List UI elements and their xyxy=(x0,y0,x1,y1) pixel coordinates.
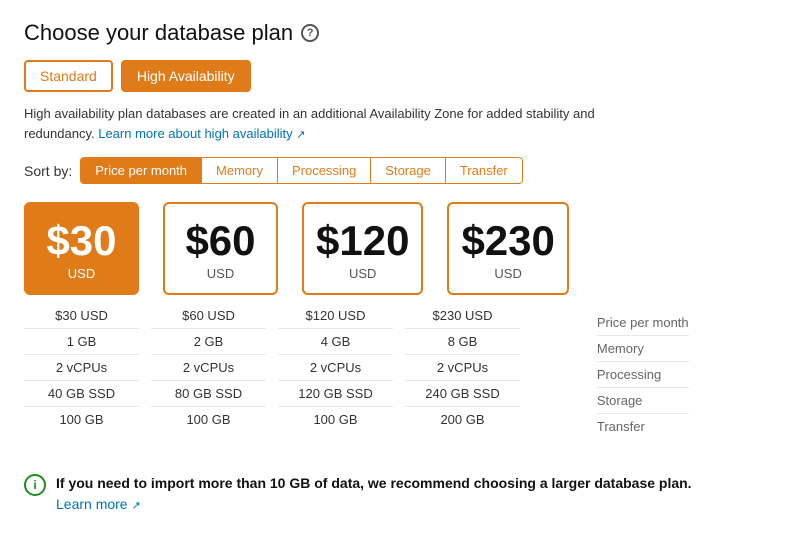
sort-tab-memory[interactable]: Memory xyxy=(202,158,278,183)
label-memory: Memory xyxy=(597,335,689,361)
detail-memory-230: 8 GB xyxy=(405,328,520,354)
plan-card-230[interactable]: $230 USD xyxy=(447,202,568,295)
detail-price-120: $120 USD xyxy=(278,303,393,328)
plan-card-30[interactable]: $30 USD xyxy=(24,202,139,295)
detail-processing-30: 2 vCPUs xyxy=(24,354,139,380)
detail-processing-60: 2 vCPUs xyxy=(151,354,266,380)
plan-price-230: $230 xyxy=(461,220,554,262)
detail-transfer-120: 100 GB xyxy=(278,406,393,432)
plan-currency-60: USD xyxy=(207,266,234,281)
plan-currency-230: USD xyxy=(494,266,521,281)
label-price-per-month: Price per month xyxy=(597,310,689,335)
external-link-icon: ↗ xyxy=(296,129,305,141)
info-text: If you need to import more than 10 GB of… xyxy=(56,473,692,515)
detail-storage-60: 80 GB SSD xyxy=(151,380,266,406)
help-icon[interactable]: ? xyxy=(301,24,319,42)
info-text-bold: If you need to import more than 10 GB of… xyxy=(56,475,692,491)
plan-card-60[interactable]: $60 USD xyxy=(163,202,278,295)
detail-processing-230: 2 vCPUs xyxy=(405,354,520,380)
info-icon: i xyxy=(24,474,46,496)
page-title-container: Choose your database plan ? xyxy=(24,20,767,46)
detail-price-230: $230 USD xyxy=(405,303,520,328)
sort-tab-storage[interactable]: Storage xyxy=(371,158,446,183)
detail-price-30: $30 USD xyxy=(24,303,139,328)
info-learn-more-link[interactable]: Learn more ↗ xyxy=(56,496,141,512)
detail-price-60: $60 USD xyxy=(151,303,266,328)
label-storage: Storage xyxy=(597,387,689,413)
plan-price-30: $30 xyxy=(46,220,116,262)
learn-more-availability-link[interactable]: Learn more about high availability ↗ xyxy=(98,126,305,141)
high-availability-plan-button[interactable]: High Availability xyxy=(121,60,251,92)
label-processing: Processing xyxy=(597,361,689,387)
label-transfer: Transfer xyxy=(597,413,689,439)
plan-currency-120: USD xyxy=(349,266,376,281)
sort-row: Sort by: Price per month Memory Processi… xyxy=(24,157,767,184)
detail-transfer-30: 100 GB xyxy=(24,406,139,432)
info-external-icon: ↗ xyxy=(131,500,140,512)
info-banner: i If you need to import more than 10 GB … xyxy=(24,459,767,515)
detail-storage-30: 40 GB SSD xyxy=(24,380,139,406)
detail-memory-120: 4 GB xyxy=(278,328,393,354)
detail-storage-230: 240 GB SSD xyxy=(405,380,520,406)
sort-tab-price[interactable]: Price per month xyxy=(81,158,202,183)
detail-transfer-230: 200 GB xyxy=(405,406,520,432)
plan-price-60: $60 xyxy=(185,220,255,262)
plan-price-120: $120 xyxy=(316,220,409,262)
detail-memory-60: 2 GB xyxy=(151,328,266,354)
detail-transfer-60: 100 GB xyxy=(151,406,266,432)
sort-tabs: Price per month Memory Processing Storag… xyxy=(80,157,523,184)
page-title: Choose your database plan xyxy=(24,20,293,46)
sort-tab-transfer[interactable]: Transfer xyxy=(446,158,522,183)
standard-plan-button[interactable]: Standard xyxy=(24,60,113,92)
plan-toggle: Standard High Availability xyxy=(24,60,767,92)
detail-memory-30: 1 GB xyxy=(24,328,139,354)
plan-description: High availability plan databases are cre… xyxy=(24,104,604,143)
plan-currency-30: USD xyxy=(68,266,95,281)
sort-label: Sort by: xyxy=(24,163,72,179)
plan-card-120[interactable]: $120 USD xyxy=(302,202,423,295)
sort-tab-processing[interactable]: Processing xyxy=(278,158,371,183)
detail-storage-120: 120 GB SSD xyxy=(278,380,393,406)
detail-processing-120: 2 vCPUs xyxy=(278,354,393,380)
